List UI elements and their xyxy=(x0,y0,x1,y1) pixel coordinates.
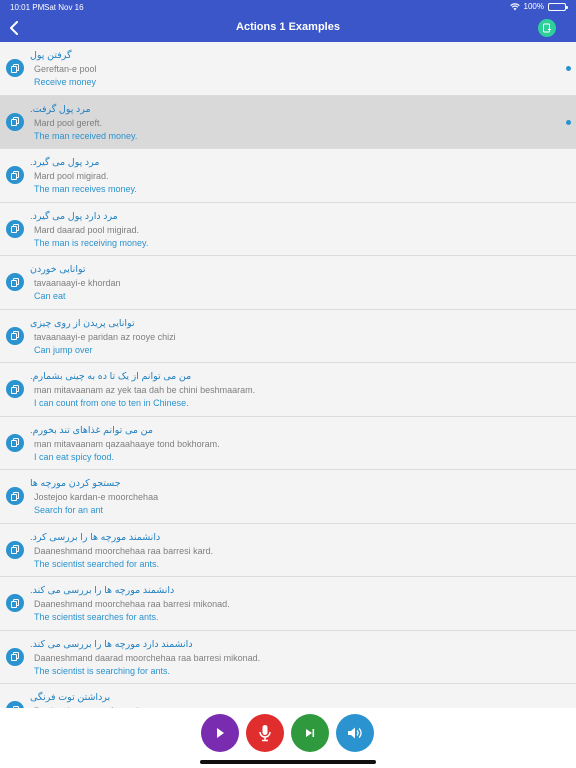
play-button[interactable] xyxy=(201,714,239,752)
app-header: 10:01 PM Sat Nov 16 100% Actions 1 Examp… xyxy=(0,0,576,42)
persian-text: دانشمند مورچه ها را بررسی کرد. xyxy=(30,531,161,543)
wifi-icon xyxy=(509,2,520,10)
list-item[interactable]: مرد پول می گیرد. Mard pool migirad. The ma… xyxy=(0,149,576,203)
english-text: Can jump over xyxy=(34,344,93,355)
persian-text: من می توانم از یک تا ده به چینی بشمارم. xyxy=(30,371,192,382)
battery-percent: 100% xyxy=(523,2,544,11)
persian-text: مرد دارد پول می گیرد. xyxy=(30,210,118,222)
list-item[interactable]: گرفتن پول Gereftan-e pool Receive money xyxy=(0,42,576,96)
list-item[interactable]: دانشمند مورچه ها را بررسی کرد. Daaneshman… xyxy=(0,523,576,577)
transliteration-text: Mard pool gereft. xyxy=(34,117,103,128)
list-item[interactable]: مرد پول گرفت. Mard pool gereft. The man re… xyxy=(0,95,576,149)
copy-icon[interactable] xyxy=(6,59,24,77)
copy-icon[interactable] xyxy=(6,273,24,291)
page-title: Actions 1 Examples xyxy=(236,21,340,33)
english-text: The scientist searches for ants. xyxy=(34,612,159,622)
transliteration-text: Mard daarad pool migirad. xyxy=(34,224,140,235)
copy-icon[interactable] xyxy=(6,594,24,612)
english-text: Search for an ant xyxy=(34,505,104,515)
list-item[interactable]: دانشمند دارد مورچه ها را بررسی می کند. Da… xyxy=(0,630,576,684)
transliteration-text: Gereftan-e pool xyxy=(34,64,97,74)
transliteration-text: Mard pool migirad. xyxy=(34,171,109,181)
list-item[interactable]: من می توانم از یک تا ده به چینی بشمارم. m… xyxy=(0,363,576,417)
copy-icon[interactable] xyxy=(6,380,24,398)
persian-text: مرد پول گرفت. xyxy=(30,103,91,115)
persian-text: برداشتن توت فرنگی xyxy=(30,692,111,703)
add-document-icon xyxy=(543,23,551,33)
examples-list[interactable]: گرفتن پول Gereftan-e pool Receive money مرد… xyxy=(0,42,576,708)
transliteration-text: tavaanaayi-e khordan xyxy=(34,278,121,288)
copy-icon[interactable] xyxy=(6,112,24,131)
persian-text: دانشمند مورچه ها را بررسی می کند. xyxy=(30,585,175,596)
copy-icon[interactable] xyxy=(6,647,24,666)
progress-dot xyxy=(566,66,571,71)
list-item[interactable]: برداشتن توت فرنگیBardaashtan-e tootfaran… xyxy=(0,684,576,708)
persian-text: دانشمند دارد مورچه ها را بررسی می کند. xyxy=(30,638,193,650)
status-right: 100% xyxy=(509,2,568,11)
persian-text: جستجو کردن مورچه ها xyxy=(30,478,121,489)
persian-text: توانایی خوردن xyxy=(30,264,86,275)
transliteration-text: tavaanaayi-e paridan az rooye chizi xyxy=(34,331,176,342)
transliteration-text: man mitavaanam az yek taa dah be chini b… xyxy=(34,385,256,395)
progress-dot xyxy=(566,119,571,125)
speaker-button[interactable] xyxy=(336,714,374,752)
list-item[interactable]: دانشمند مورچه ها را بررسی می کند. Daanesh… xyxy=(0,577,576,631)
english-text: The man received money. xyxy=(34,130,138,141)
persian-text: گرفتن پول xyxy=(30,50,72,61)
transliteration-text: Daaneshmand moorchehaa raa barresi mikon… xyxy=(34,599,230,609)
english-text: The scientist is searching for ants. xyxy=(34,665,171,676)
home-indicator xyxy=(200,760,376,764)
list-item[interactable]: توانایی خوردن tavaanaayi-e khordan Can eat xyxy=(0,256,576,310)
status-bar: 10:01 PM Sat Nov 16 100% xyxy=(0,0,576,14)
list-item[interactable]: توانایی پریدن از روی چیزی tavaanaayi-e pa… xyxy=(0,309,576,363)
list-item[interactable]: مرد دارد پول می گیرد. Mard daarad pool mi… xyxy=(0,202,576,256)
english-text: The man receives money. xyxy=(34,184,137,194)
transliteration-text: Daaneshmand daarad moorchehaa raa barres… xyxy=(34,652,261,663)
english-text: Can eat xyxy=(34,291,66,301)
transliteration-text: Jostejoo kardan-e moorchehaa xyxy=(34,492,159,502)
transliteration-text: Daaneshmand moorchehaa raa barresi kard. xyxy=(34,545,214,556)
microphone-icon xyxy=(259,725,271,742)
playback-toolbar xyxy=(0,708,576,768)
copy-icon[interactable] xyxy=(6,433,24,452)
copy-icon[interactable] xyxy=(6,701,24,708)
record-button[interactable] xyxy=(246,714,284,752)
english-text: The man is receiving money. xyxy=(34,237,149,248)
copy-icon[interactable] xyxy=(6,166,24,184)
skip-next-icon xyxy=(306,729,315,737)
status-time: 10:01 PM xyxy=(10,3,45,12)
transliteration-text: man mitavaanam qazaahaaye tond bokhoram. xyxy=(34,438,220,449)
copy-icon[interactable] xyxy=(6,326,24,345)
copy-icon[interactable] xyxy=(6,540,24,559)
list-item[interactable]: جستجو کردن مورچه ها Jostejoo kardan-e moo… xyxy=(0,470,576,524)
next-button[interactable] xyxy=(291,714,329,752)
english-text: I can count from one to ten in Chinese. xyxy=(34,398,189,408)
add-to-collection-button[interactable] xyxy=(538,19,556,37)
english-text: Receive money xyxy=(34,77,97,87)
copy-icon[interactable] xyxy=(6,487,24,505)
play-icon xyxy=(217,728,224,738)
nav-bar: Actions 1 Examples xyxy=(0,14,576,42)
battery-icon xyxy=(548,2,568,11)
persian-text: توانایی پریدن از روی چیزی xyxy=(30,317,135,329)
copy-icon[interactable] xyxy=(6,219,24,238)
english-text: The scientist searched for ants. xyxy=(34,558,160,569)
persian-text: من می توانم غذاهای تند بخورم. xyxy=(30,424,153,436)
speaker-icon xyxy=(348,727,362,739)
list-item[interactable]: من می توانم غذاهای تند بخورم. man mitavaa… xyxy=(0,416,576,470)
status-date: Sat Nov 16 xyxy=(44,3,84,12)
persian-text: مرد پول می گیرد. xyxy=(30,157,100,168)
english-text: I can eat spicy food. xyxy=(34,451,115,462)
